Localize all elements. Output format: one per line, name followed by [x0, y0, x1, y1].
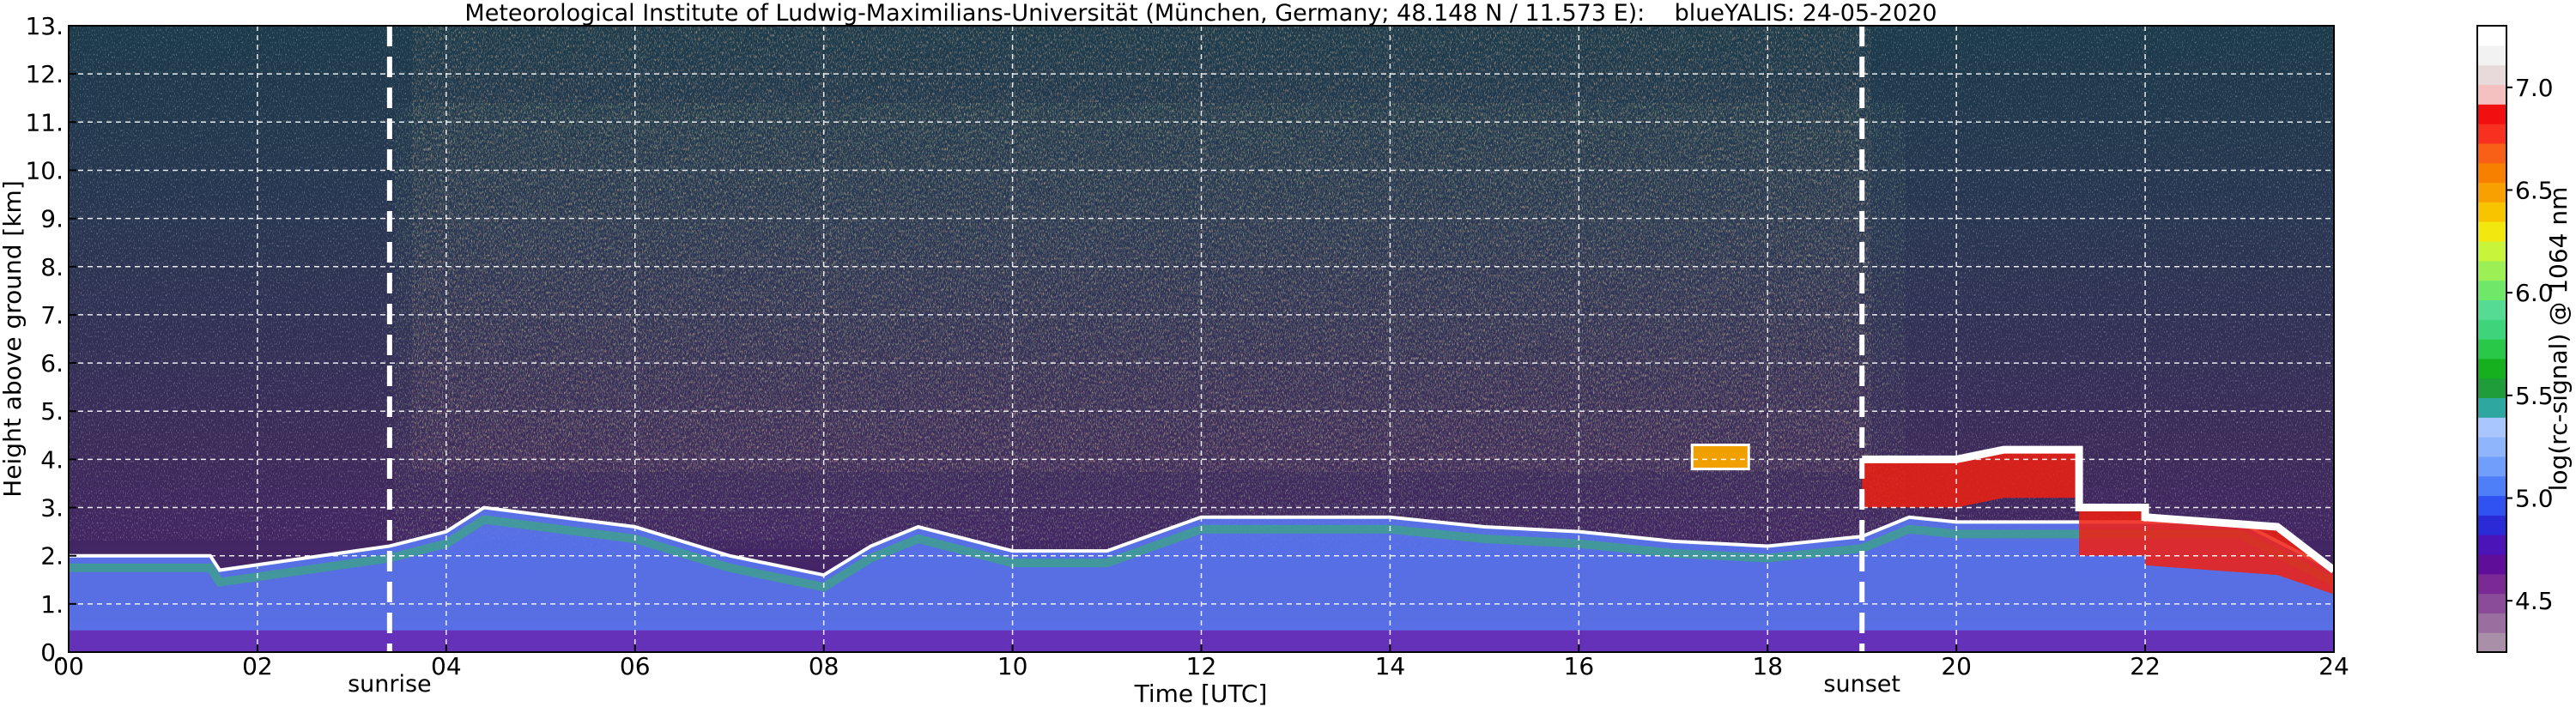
- colorbar-segment: [2477, 417, 2506, 438]
- y-tick-label: 6.: [40, 349, 64, 378]
- x-tick-label: 08: [809, 652, 839, 680]
- y-tick-label: 12.: [25, 60, 64, 88]
- colorbar-segment: [2477, 437, 2506, 457]
- colorbar-segment: [2477, 378, 2506, 399]
- y-tick-label: 11.: [25, 108, 64, 136]
- x-tick-label: 04: [431, 652, 462, 680]
- y-tick-label: 0.: [40, 638, 64, 667]
- colorbar-segment: [2477, 221, 2506, 242]
- colorbar-segment: [2477, 456, 2506, 477]
- colorbar-segment: [2477, 280, 2506, 300]
- colorbar-segment: [2477, 299, 2506, 320]
- colorbar-segment: [2477, 260, 2506, 281]
- x-tick-label: 10: [997, 652, 1028, 680]
- colorbar-segment: [2477, 142, 2506, 164]
- y-tick-label: 3.: [40, 494, 64, 523]
- y-axis-label: Height above ground [km]: [0, 180, 27, 498]
- colorbar: 4.55.05.56.06.57.0: [2476, 25, 2554, 653]
- colorbar-segment: [2477, 593, 2506, 613]
- annotation-label-sunrise: sunrise: [348, 671, 432, 698]
- colorbar-segment: [2477, 162, 2506, 184]
- y-tick-label: 8.: [40, 253, 64, 281]
- colorbar-segment: [2477, 358, 2506, 379]
- colorbar-tick-label: 7.0: [2515, 74, 2554, 102]
- colorbar-segment: [2477, 124, 2506, 144]
- colorbar-segment: [2477, 495, 2506, 516]
- y-tick-label: 1.: [40, 590, 64, 619]
- colorbar-tick-label: 4.5: [2515, 587, 2554, 615]
- colorbar-segment: [2477, 84, 2506, 105]
- colorbar-segment: [2477, 553, 2506, 575]
- x-tick-label: 24: [2318, 652, 2349, 680]
- x-axis-label: Time [UTC]: [1134, 680, 1268, 707]
- colorbar-segment: [2477, 535, 2506, 555]
- x-tick-label: 12: [1186, 652, 1217, 680]
- x-tick-label: 20: [1941, 652, 1972, 680]
- colorbar-segment: [2477, 613, 2506, 633]
- colorbar-label: log(rc-signal) @ 1064 nm: [2544, 187, 2573, 492]
- annotation-label-sunset: sunset: [1823, 671, 1900, 698]
- colorbar-segment: [2477, 397, 2506, 418]
- colorbar-segment: [2477, 64, 2506, 86]
- colorbar-segment: [2477, 573, 2506, 595]
- y-tick-label: 2.: [40, 542, 64, 571]
- x-tick-label: 22: [2130, 652, 2161, 680]
- chart-title: Meteorological Institute of Ludwig-Maxim…: [464, 0, 1937, 27]
- y-tick-label: 10.: [25, 156, 64, 184]
- colorbar-segment: [2477, 45, 2506, 66]
- colorbar-segment: [2477, 515, 2506, 535]
- x-tick-label: 02: [242, 652, 273, 680]
- x-tick-label: 14: [1375, 652, 1406, 680]
- y-tick-label: 4.: [40, 445, 64, 474]
- lidar-quicklook-chart: Meteorological Institute of Ludwig-Maxim…: [0, 0, 2573, 707]
- colorbar-segment: [2477, 202, 2506, 222]
- colorbar-segment: [2477, 240, 2506, 262]
- colorbar-segment: [2477, 104, 2506, 124]
- x-tick-label: 16: [1564, 652, 1595, 680]
- x-tick-label: 06: [620, 652, 651, 680]
- y-tick-label: 7.: [40, 301, 64, 329]
- colorbar-segment: [2477, 319, 2506, 340]
- y-tick-label: 5.: [40, 397, 64, 426]
- x-tick-label: 18: [1752, 652, 1783, 680]
- colorbar-segment: [2477, 475, 2506, 497]
- y-tick-label: 9.: [40, 205, 64, 233]
- colorbar-segment: [2477, 26, 2506, 46]
- cloud-patch: [1690, 444, 1750, 471]
- colorbar-segment: [2477, 632, 2506, 653]
- colorbar-segment: [2477, 339, 2506, 360]
- colorbar-segment: [2477, 182, 2506, 202]
- y-tick-label: 13.: [25, 12, 64, 40]
